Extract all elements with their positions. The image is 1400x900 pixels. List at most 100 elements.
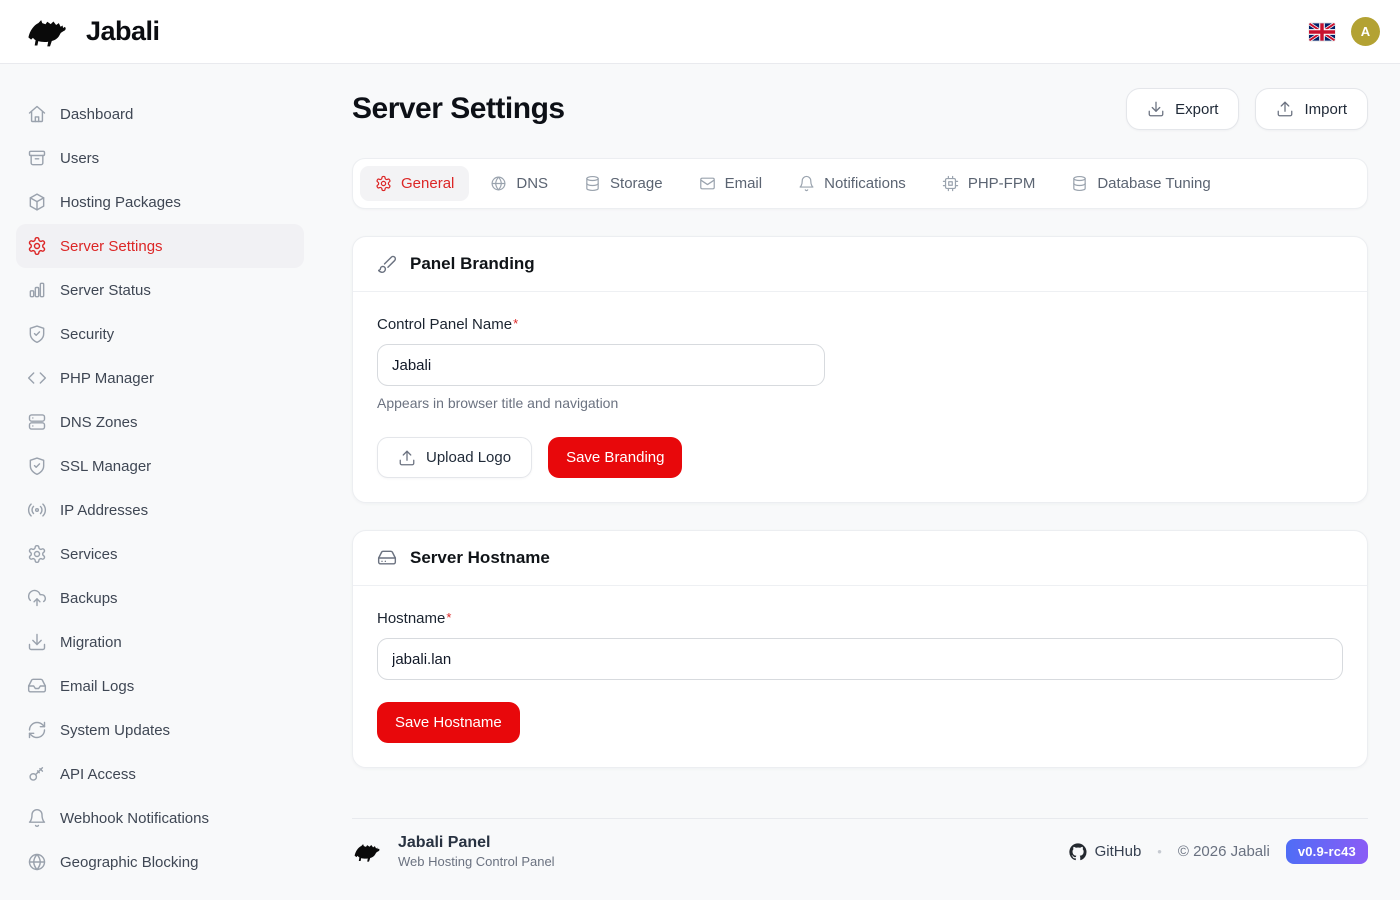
copyright-text: © 2026 Jabali [1178, 843, 1270, 860]
sidebar-item-label: Server Settings [60, 238, 163, 255]
refresh-icon [27, 720, 47, 740]
tab-general[interactable]: General [360, 166, 469, 201]
sidebar-item-php-manager[interactable]: PHP Manager [16, 356, 304, 400]
sidebar-item-email-logs[interactable]: Email Logs [16, 664, 304, 708]
export-button[interactable]: Export [1126, 88, 1239, 130]
sidebar-item-label: Dashboard [60, 106, 133, 123]
archive-icon [27, 148, 47, 168]
avatar[interactable]: A [1351, 17, 1380, 46]
sidebar-item-label: Users [60, 150, 99, 167]
sidebar-item-label: DNS Zones [60, 414, 138, 431]
panel-branding-card: Panel Branding Control Panel Name* Appea… [352, 236, 1368, 503]
sidebar-item-label: PHP Manager [60, 370, 154, 387]
brand-name: Jabali [86, 16, 160, 47]
sidebar-item-users[interactable]: Users [16, 136, 304, 180]
control-panel-name-input[interactable] [377, 344, 825, 386]
field-help-text: Appears in browser title and navigation [377, 395, 1343, 411]
sidebar-item-api-access[interactable]: API Access [16, 752, 304, 796]
shield-icon [27, 324, 47, 344]
sidebar-item-dashboard[interactable]: Dashboard [16, 92, 304, 136]
tab-label: DNS [516, 175, 548, 192]
hostname-label: Hostname* [377, 610, 451, 627]
tab-label: General [401, 175, 454, 192]
sidebar-item-label: Server Status [60, 282, 151, 299]
sidebar-item-services[interactable]: Services [16, 532, 304, 576]
bell-icon [27, 808, 47, 828]
sidebar-item-server-settings[interactable]: Server Settings [16, 224, 304, 268]
shield-icon [27, 456, 47, 476]
page-title: Server Settings [352, 92, 565, 126]
sidebar-item-label: SSL Manager [60, 458, 151, 475]
download-icon [1147, 100, 1165, 118]
database-icon [1071, 175, 1088, 192]
sidebar-item-label: Migration [60, 634, 122, 651]
sidebar-item-hosting-packages[interactable]: Hosting Packages [16, 180, 304, 224]
tab-storage[interactable]: Storage [569, 166, 678, 201]
cube-icon [27, 192, 47, 212]
sidebar-nav: Dashboard Users Hosting Packages Server … [0, 64, 320, 900]
sidebar-item-geographic-blocking[interactable]: Geographic Blocking [16, 840, 304, 884]
hostname-input[interactable] [377, 638, 1343, 680]
save-branding-button[interactable]: Save Branding [548, 437, 682, 478]
sidebar-item-label: System Updates [60, 722, 170, 739]
page-footer: Jabali Panel Web Hosting Control Panel G… [352, 818, 1368, 869]
card-title: Server Hostname [410, 548, 550, 568]
save-hostname-button[interactable]: Save Hostname [377, 702, 520, 743]
sidebar-item-webhook-notifications[interactable]: Webhook Notifications [16, 796, 304, 840]
tab-label: Storage [610, 175, 663, 192]
github-link[interactable]: GitHub [1069, 843, 1142, 861]
home-icon [27, 104, 47, 124]
tab-label: Email [725, 175, 763, 192]
globe-icon [490, 175, 507, 192]
cloud-up-icon [27, 588, 47, 608]
mail-icon [699, 175, 716, 192]
gear-icon [375, 175, 392, 192]
upload-logo-button[interactable]: Upload Logo [377, 437, 532, 478]
sidebar-item-security[interactable]: Security [16, 312, 304, 356]
brush-icon [377, 254, 397, 274]
export-label: Export [1175, 101, 1218, 118]
main-content: Server Settings Export Import General [320, 64, 1400, 900]
separator-dot: • [1157, 844, 1162, 859]
footer-brand: Jabali Panel [398, 834, 555, 852]
tab-email[interactable]: Email [684, 166, 778, 201]
tab-php-fpm[interactable]: PHP-FPM [927, 166, 1051, 201]
upload-icon [398, 449, 416, 467]
sidebar-item-label: IP Addresses [60, 502, 148, 519]
globe-icon [27, 852, 47, 872]
tab-database-tuning[interactable]: Database Tuning [1056, 166, 1225, 201]
settings-tabs: General DNS Storage Email Notifications … [352, 158, 1368, 209]
sidebar-item-label: Backups [60, 590, 118, 607]
sidebar-item-dns-zones[interactable]: DNS Zones [16, 400, 304, 444]
import-button[interactable]: Import [1255, 88, 1368, 130]
brand[interactable]: Jabali [24, 14, 160, 50]
chart-icon [27, 280, 47, 300]
github-label: GitHub [1095, 843, 1142, 860]
sidebar-item-label: Email Logs [60, 678, 134, 695]
control-panel-name-label: Control Panel Name* [377, 316, 518, 333]
boar-logo-icon [352, 840, 386, 864]
inbox-icon [27, 676, 47, 696]
gear-icon [27, 236, 47, 256]
sidebar-item-label: Geographic Blocking [60, 854, 198, 871]
sidebar-item-server-status[interactable]: Server Status [16, 268, 304, 312]
sidebar-item-label: API Access [60, 766, 136, 783]
sidebar-item-ip-addresses[interactable]: IP Addresses [16, 488, 304, 532]
card-title: Panel Branding [410, 254, 535, 274]
footer-subtitle: Web Hosting Control Panel [398, 854, 555, 869]
servers-icon [27, 412, 47, 432]
sidebar-item-label: Services [60, 546, 118, 563]
sidebar-item-backups[interactable]: Backups [16, 576, 304, 620]
uk-flag-icon[interactable] [1309, 23, 1335, 41]
required-mark: * [446, 610, 451, 625]
sidebar-item-ssl-manager[interactable]: SSL Manager [16, 444, 304, 488]
import-label: Import [1304, 101, 1347, 118]
tab-notifications[interactable]: Notifications [783, 166, 921, 201]
tab-dns[interactable]: DNS [475, 166, 563, 201]
sidebar-item-system-updates[interactable]: System Updates [16, 708, 304, 752]
github-icon [1069, 843, 1087, 861]
tab-label: Notifications [824, 175, 906, 192]
download-icon [27, 632, 47, 652]
tab-label: Database Tuning [1097, 175, 1210, 192]
sidebar-item-migration[interactable]: Migration [16, 620, 304, 664]
